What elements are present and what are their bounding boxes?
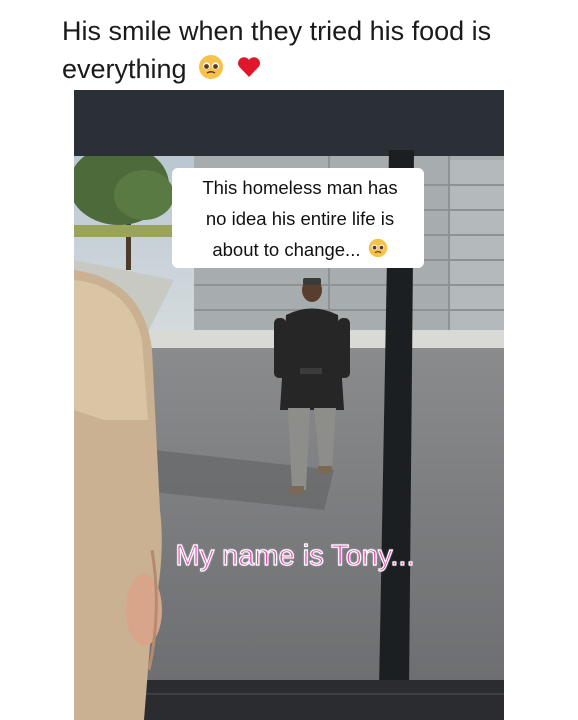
- foreground-person: [74, 270, 162, 720]
- caption-line-1: His smile when they tried his food is: [62, 16, 492, 46]
- pleading-face-emoji-icon: [198, 52, 224, 90]
- red-heart-icon: [236, 52, 262, 90]
- subtitle-caption: My name is Tony...: [175, 539, 415, 572]
- overlay-line-2: no idea his entire life is: [205, 208, 395, 229]
- pleading-face-emoji-icon: [368, 236, 388, 267]
- overlay-line-1: This homeless man has: [202, 177, 398, 198]
- overlay-text: This homeless man has no idea his entire…: [180, 172, 420, 267]
- video-frame[interactable]: This homeless man has no idea his entire…: [74, 90, 504, 720]
- post-caption: His smile when they tried his food is ev…: [62, 12, 562, 90]
- caption-line-2: everything: [62, 50, 562, 90]
- overlay-line-3: about to change...: [180, 234, 420, 267]
